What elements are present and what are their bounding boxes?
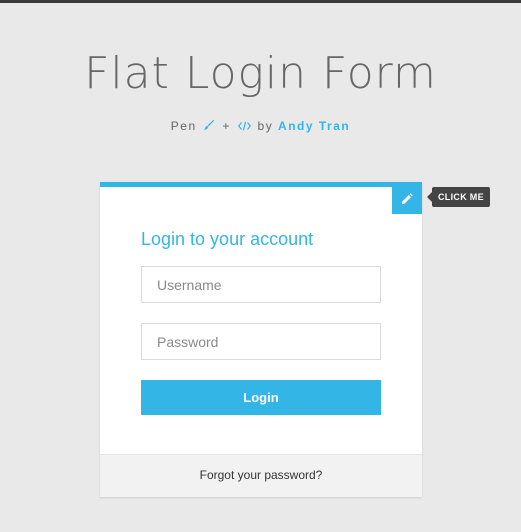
login-card: Login to your account Login Forgot your … [100, 182, 422, 497]
card-footer: Forgot your password? [100, 454, 422, 497]
credits-line: Pen + by Andy Tran [0, 119, 521, 134]
login-button[interactable]: Login [141, 380, 381, 415]
top-strip [0, 0, 521, 3]
credits-by-text: by [257, 119, 274, 133]
credits-pen-text: Pen [170, 119, 197, 133]
author-link[interactable]: Andy Tran [278, 119, 350, 133]
password-input[interactable] [141, 323, 381, 360]
code-icon [237, 120, 251, 134]
paintbrush-icon [203, 119, 215, 134]
click-me-tooltip: CLICK ME [427, 187, 490, 207]
forgot-password-link[interactable]: Forgot your password? [200, 468, 323, 482]
pencil-icon [401, 192, 413, 210]
credits-plus: + [222, 119, 231, 133]
edit-toggle-button[interactable] [392, 187, 422, 214]
username-input[interactable] [141, 266, 381, 303]
page-title: Flat Login Form [84, 48, 437, 99]
form-title: Login to your account [141, 229, 314, 249]
